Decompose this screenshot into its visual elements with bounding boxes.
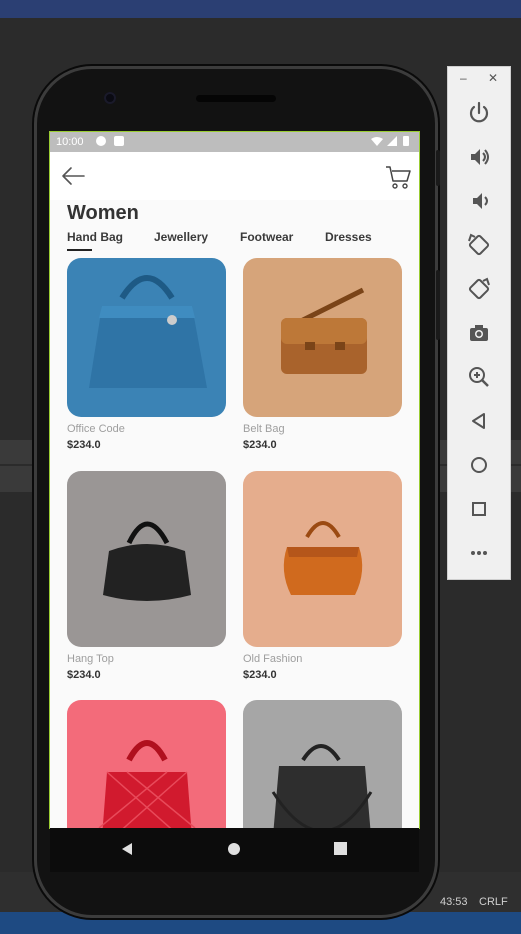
front-camera [104,92,116,104]
product-price: $234.0 [243,439,277,451]
product-price: $234.0 [67,669,101,681]
close-icon[interactable]: ✕ [488,71,498,85]
selected-tab-indicator [67,249,92,251]
home-icon[interactable] [465,451,493,479]
phone-screen: 10:00 Women Hand Bag Jewellery Footwear … [49,131,420,829]
notification-icon [96,136,106,146]
phone-side-button [436,150,440,186]
product-card[interactable]: Old Fashion $234.0 [243,471,402,681]
tab-footwear[interactable]: Footwear [240,230,293,244]
overview-icon[interactable] [465,495,493,523]
product-card[interactable]: Belt Bag $234.0 [243,258,402,451]
product-image[interactable] [67,471,226,647]
product-card[interactable]: Hang Top $234.0 [67,471,226,681]
cart-icon[interactable] [385,162,411,190]
product-card[interactable] [243,700,402,828]
product-name: Belt Bag [243,423,285,435]
volume-up-icon[interactable] [465,143,493,171]
more-icon[interactable] [465,539,493,567]
tab-jewellery[interactable]: Jewellery [154,230,208,244]
sd-card-icon [114,136,124,146]
back-icon[interactable] [465,407,493,435]
product-price: $234.0 [243,669,277,681]
product-image[interactable] [243,471,402,647]
nav-overview-icon[interactable] [334,842,347,860]
toolbar-window-controls: – ✕ [448,67,510,91]
signal-battery-icons [369,135,413,150]
product-image[interactable] [243,258,402,417]
tab-dresses[interactable]: Dresses [325,230,372,244]
rotate-right-icon[interactable] [465,275,493,303]
category-tabs: Hand Bag Jewellery Footwear Dresses [50,230,419,252]
emulator-toolbar: – ✕ [447,66,511,580]
product-image[interactable] [67,258,226,417]
product-name: Office Code [67,423,125,435]
zoom-icon[interactable] [465,363,493,391]
status-time: 10:00 [56,136,84,148]
power-icon[interactable] [465,99,493,127]
product-image[interactable] [67,700,226,828]
nav-back-icon[interactable] [120,842,134,861]
android-status-bar: 10:00 [50,132,419,152]
app-bar [50,152,419,200]
rotate-left-icon[interactable] [465,231,493,259]
product-price: $234.0 [67,439,101,451]
product-name: Hang Top [67,653,114,665]
ide-line-ending[interactable]: CRLF [479,896,508,908]
nav-home-icon[interactable] [227,842,241,861]
product-image[interactable] [243,700,402,828]
android-nav-bar [50,828,419,872]
ide-cursor-position[interactable]: 43:53 [440,896,468,908]
tab-hand-bag[interactable]: Hand Bag [67,230,123,244]
product-card[interactable]: Office Code $234.0 [67,258,226,451]
phone-volume-button [436,270,440,340]
ide-title-strip [0,0,521,18]
page-title: Women [67,202,139,224]
product-name: Old Fashion [243,653,303,665]
camera-icon[interactable] [465,319,493,347]
minimize-icon[interactable]: – [460,71,467,85]
earpiece-speaker [196,95,276,102]
product-card[interactable] [67,700,226,828]
back-arrow-icon[interactable] [60,164,86,188]
volume-down-icon[interactable] [465,187,493,215]
